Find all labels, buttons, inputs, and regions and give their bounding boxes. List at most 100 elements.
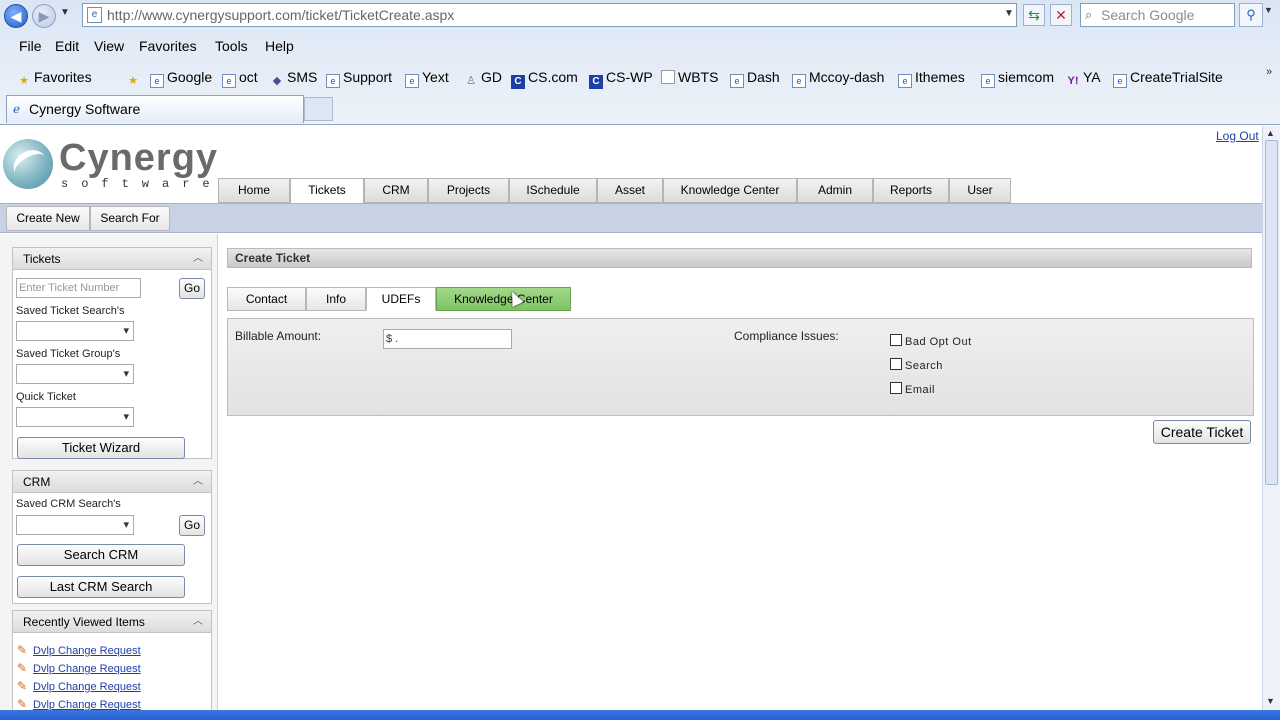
new-tab-button[interactable]: [304, 97, 333, 121]
fav-wbts[interactable]: WBTS: [661, 69, 718, 85]
tab-user[interactable]: User: [949, 178, 1011, 203]
saved-crm-search-select[interactable]: [16, 515, 134, 535]
back-button[interactable]: ◀: [4, 4, 28, 28]
tab-tickets[interactable]: Tickets: [290, 178, 364, 204]
favorites-button[interactable]: ★ Favorites: [17, 69, 92, 88]
search-placeholder: Search Google: [1101, 7, 1195, 23]
search-input[interactable]: ⌕ Search Google: [1080, 3, 1235, 27]
logout-link[interactable]: Log Out: [1216, 129, 1259, 143]
menu-favorites[interactable]: Favorites: [139, 38, 197, 54]
collapse-icon[interactable]: ︿: [193, 471, 203, 493]
fav-cs-com[interactable]: C CS.com: [511, 69, 578, 89]
ticket-icon: ✎: [17, 679, 28, 693]
scroll-thumb[interactable]: [1265, 140, 1278, 485]
saved-ticket-search-select[interactable]: [16, 321, 134, 341]
fav-yext[interactable]: e Yext: [405, 69, 449, 88]
subtab-knowledge-center[interactable]: Knowledge Center: [436, 287, 571, 311]
fav-cs-wp[interactable]: C CS-WP: [589, 69, 653, 89]
saved-ticket-group-label: Saved Ticket Group's: [16, 348, 121, 360]
browser-tab-row: ℯ Cynergy Software: [0, 95, 1280, 125]
subtab-info[interactable]: Info: [306, 287, 366, 311]
address-bar[interactable]: e http://www.cynergysupport.com/ticket/T…: [82, 3, 1017, 27]
fav-support[interactable]: e Support: [326, 69, 392, 88]
scroll-down-icon[interactable]: ▼: [1266, 696, 1275, 706]
menu-help[interactable]: Help: [265, 38, 294, 54]
history-dropdown-icon[interactable]: ▼: [60, 7, 70, 18]
tab-projects[interactable]: Projects: [428, 178, 509, 203]
ticket-icon: ✎: [17, 643, 28, 657]
fav-google[interactable]: e Google: [150, 69, 212, 88]
browser-tab-cynergy[interactable]: ℯ Cynergy Software: [6, 95, 304, 123]
compliance-issues-label: Compliance Issues:: [734, 329, 839, 343]
recent-items-panel: Recently Viewed Items ︿ ✎ Dvlp Change Req…: [12, 610, 212, 710]
search-options-icon[interactable]: ▼: [1264, 5, 1273, 15]
tab-knowledge-center[interactable]: Knowledge Center: [663, 178, 797, 203]
recent-item[interactable]: ✎ Dvlp Change Request: [17, 679, 141, 693]
refresh-icon[interactable]: ⇆: [1023, 4, 1045, 26]
address-url: http://www.cynergysupport.com/ticket/Tic…: [107, 7, 455, 23]
ticket-icon: ✎: [17, 697, 28, 710]
fav-sms[interactable]: ◆ SMS: [270, 69, 318, 88]
tab-ischedule[interactable]: ISchedule: [509, 178, 597, 203]
fav-ithemes[interactable]: e Ithemes: [898, 69, 965, 88]
star-icon: ★: [19, 75, 29, 87]
tab-asset[interactable]: Asset: [597, 178, 663, 203]
tab-crm[interactable]: CRM: [364, 178, 428, 203]
fav-siemcom[interactable]: e siemcom: [981, 69, 1054, 88]
ticket-number-input[interactable]: Enter Ticket Number: [16, 278, 141, 298]
tickets-panel-header[interactable]: Tickets ︿: [13, 248, 211, 270]
crm-go-button[interactable]: Go: [179, 515, 205, 536]
forward-button[interactable]: ▶: [32, 4, 56, 28]
ticket-wizard-button[interactable]: Ticket Wizard: [17, 437, 185, 459]
search-go-icon[interactable]: ⚲: [1239, 3, 1263, 27]
udef-panel: Billable Amount: $ . Compliance Issues: …: [227, 318, 1254, 416]
logo-swirl-icon: [3, 139, 53, 189]
create-ticket-header: Create Ticket: [227, 248, 1252, 268]
saved-ticket-group-select[interactable]: [16, 364, 134, 384]
address-dropdown-icon[interactable]: ▼: [1002, 4, 1016, 24]
fav-gd[interactable]: ♙ GD: [464, 69, 502, 88]
quick-ticket-select[interactable]: [16, 407, 134, 427]
fav-dash[interactable]: e Dash: [730, 69, 780, 88]
fav-ya[interactable]: Y! YA: [1066, 69, 1101, 88]
bad-opt-out-label: Bad Opt Out: [905, 336, 972, 348]
stop-icon[interactable]: ✕: [1050, 4, 1072, 26]
tab-reports[interactable]: Reports: [873, 178, 949, 203]
bad-opt-out-checkbox[interactable]: [890, 334, 902, 346]
tab-home[interactable]: Home: [218, 178, 290, 203]
search-crm-button[interactable]: Search CRM: [17, 544, 185, 566]
menu-tools[interactable]: Tools: [215, 38, 248, 54]
fav-create-trial-site[interactable]: e CreateTrialSite: [1113, 69, 1223, 88]
search-for-button[interactable]: Search For: [90, 206, 170, 231]
billable-amount-input[interactable]: $ .: [383, 329, 512, 349]
saved-ticket-search-label: Saved Ticket Search's: [16, 305, 125, 317]
create-ticket-button[interactable]: Create Ticket: [1153, 420, 1251, 444]
menu-edit[interactable]: Edit: [55, 38, 79, 54]
scroll-up-icon[interactable]: ▲: [1266, 128, 1275, 138]
last-crm-search-button[interactable]: Last CRM Search: [17, 576, 185, 598]
crm-panel-header[interactable]: CRM ︿: [13, 471, 211, 493]
ticket-go-button[interactable]: Go: [179, 278, 205, 299]
recent-items-header[interactable]: Recently Viewed Items ︿: [13, 611, 211, 633]
menu-view[interactable]: View: [94, 38, 124, 54]
menu-file[interactable]: File: [19, 38, 42, 54]
email-checkbox[interactable]: [890, 382, 902, 394]
page-content: Cynergy software Log Out Home Tickets CR…: [0, 126, 1262, 710]
add-favorite-icon[interactable]: ★: [126, 69, 143, 88]
recent-item[interactable]: ✎ Dvlp Change Request: [17, 661, 141, 675]
recent-item[interactable]: ✎ Dvlp Change Request: [17, 643, 141, 657]
collapse-icon[interactable]: ︿: [193, 248, 203, 270]
fav-oct[interactable]: e oct: [222, 69, 258, 88]
tab-admin[interactable]: Admin: [797, 178, 873, 203]
favorites-bar: ★ Favorites ★ e Google e oct ◆ SMS e Support …: [0, 64, 1280, 92]
menu-bar: File Edit View Favorites Tools Help: [0, 35, 1280, 59]
subtab-udefs[interactable]: UDEFs: [366, 287, 436, 311]
fav-mccoy-dash[interactable]: e Mccoy-dash: [792, 69, 884, 88]
create-new-button[interactable]: Create New: [6, 206, 90, 231]
subtab-contact[interactable]: Contact: [227, 287, 306, 311]
collapse-icon[interactable]: ︿: [193, 611, 203, 633]
page-scrollbar[interactable]: ▲ ▼: [1262, 126, 1280, 710]
favorites-more-icon[interactable]: »: [1266, 66, 1272, 78]
search-checkbox[interactable]: [890, 358, 902, 370]
recent-item[interactable]: ✎ Dvlp Change Request: [17, 697, 141, 710]
